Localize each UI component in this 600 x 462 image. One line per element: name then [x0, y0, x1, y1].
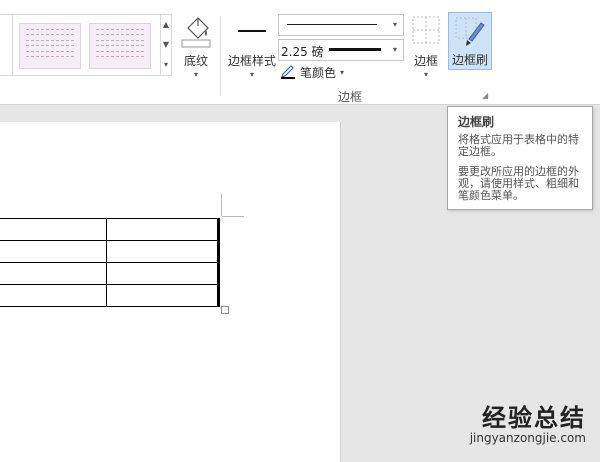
watermark-logo: 经验总结	[470, 398, 586, 433]
line-weight-value: 2.25 磅	[281, 45, 324, 59]
tooltip-description: 要更改所应用的边框的外观，请使用样式、粗细和笔颜色菜单。	[458, 165, 579, 202]
ribbon: ▲ ▼ ▾ 底纹 ▾ 边框样式 ▾ ▾ 2.25 磅 ▾ 笔颜色 ▾ 边框 ▾ …	[0, 0, 600, 105]
table-style-thumbnail[interactable]	[19, 23, 81, 69]
border-painter-label: 边框刷	[451, 53, 488, 67]
table-style-thumbnail[interactable]	[89, 23, 151, 69]
table-row	[0, 284, 220, 307]
chevron-down-icon: ▾	[340, 68, 345, 77]
table-cell[interactable]	[106, 262, 220, 285]
crop-mark	[221, 194, 222, 216]
watermark: 经验总结 jingyanzongjie.com	[470, 398, 586, 445]
table-cell[interactable]	[106, 284, 220, 307]
document-page[interactable]	[0, 122, 341, 462]
crop-mark	[222, 216, 244, 217]
table-cell[interactable]	[0, 284, 107, 307]
table-cell[interactable]	[0, 262, 107, 285]
table-cell[interactable]	[106, 218, 220, 241]
chevron-down-icon: ▾	[423, 70, 428, 79]
shading-button[interactable]: 底纹 ▾	[176, 12, 216, 92]
border-styles-label: 边框样式	[227, 54, 276, 68]
chevron-down-icon: ▾	[392, 20, 397, 29]
borders-label: 边框	[413, 54, 438, 68]
tooltip: 边框刷 将格式应用于表格中的特定边框。 要更改所应用的边框的外观，请使用样式、粗…	[447, 106, 593, 210]
shading-label: 底纹	[183, 54, 208, 68]
table-resize-handle[interactable]	[221, 306, 229, 314]
gallery-scroll[interactable]: ▲ ▼ ▾	[160, 15, 171, 75]
border-style-line-icon	[238, 30, 266, 32]
table-row	[0, 218, 220, 241]
border-painter-icon	[455, 17, 485, 50]
line-weight-preview	[329, 48, 381, 51]
table-cell[interactable]	[106, 240, 220, 263]
dialog-launcher-icon[interactable]: ◢	[482, 91, 488, 100]
borders-button[interactable]: 边框 ▾	[408, 12, 444, 92]
group-label-borders: 边框	[337, 90, 362, 104]
line-style-select[interactable]: ▾	[278, 14, 404, 36]
group-divider	[220, 16, 221, 96]
watermark-url: jingyanzongjie.com	[469, 431, 586, 445]
tooltip-title: 边框刷	[458, 115, 495, 129]
table-cell[interactable]	[0, 240, 107, 263]
pen-color-button[interactable]: 笔颜色 ▾	[280, 63, 344, 82]
chevron-down-icon: ▾	[193, 70, 198, 79]
table-row	[0, 240, 220, 263]
border-painter-button[interactable]: 边框刷	[448, 12, 492, 70]
border-styles-button[interactable]: 边框样式 ▾	[224, 12, 280, 92]
line-weight-select[interactable]: 2.25 磅 ▾	[278, 39, 404, 61]
table-row	[0, 262, 220, 285]
table-cell[interactable]	[0, 218, 107, 241]
pen-icon	[280, 63, 296, 82]
line-style-preview	[287, 24, 377, 25]
pen-color-label: 笔颜色	[300, 66, 337, 80]
tooltip-description: 将格式应用于表格中的特定边框。	[458, 133, 579, 158]
watermark-logo-text: 经验总结	[482, 404, 586, 432]
table-style-gallery: ▲ ▼ ▾	[12, 14, 172, 76]
borders-grid-icon	[412, 16, 440, 47]
document-table[interactable]	[0, 218, 220, 307]
chevron-down-icon: ▾	[249, 70, 254, 79]
chevron-down-icon: ▾	[392, 45, 397, 54]
paint-bucket-icon	[180, 14, 212, 51]
